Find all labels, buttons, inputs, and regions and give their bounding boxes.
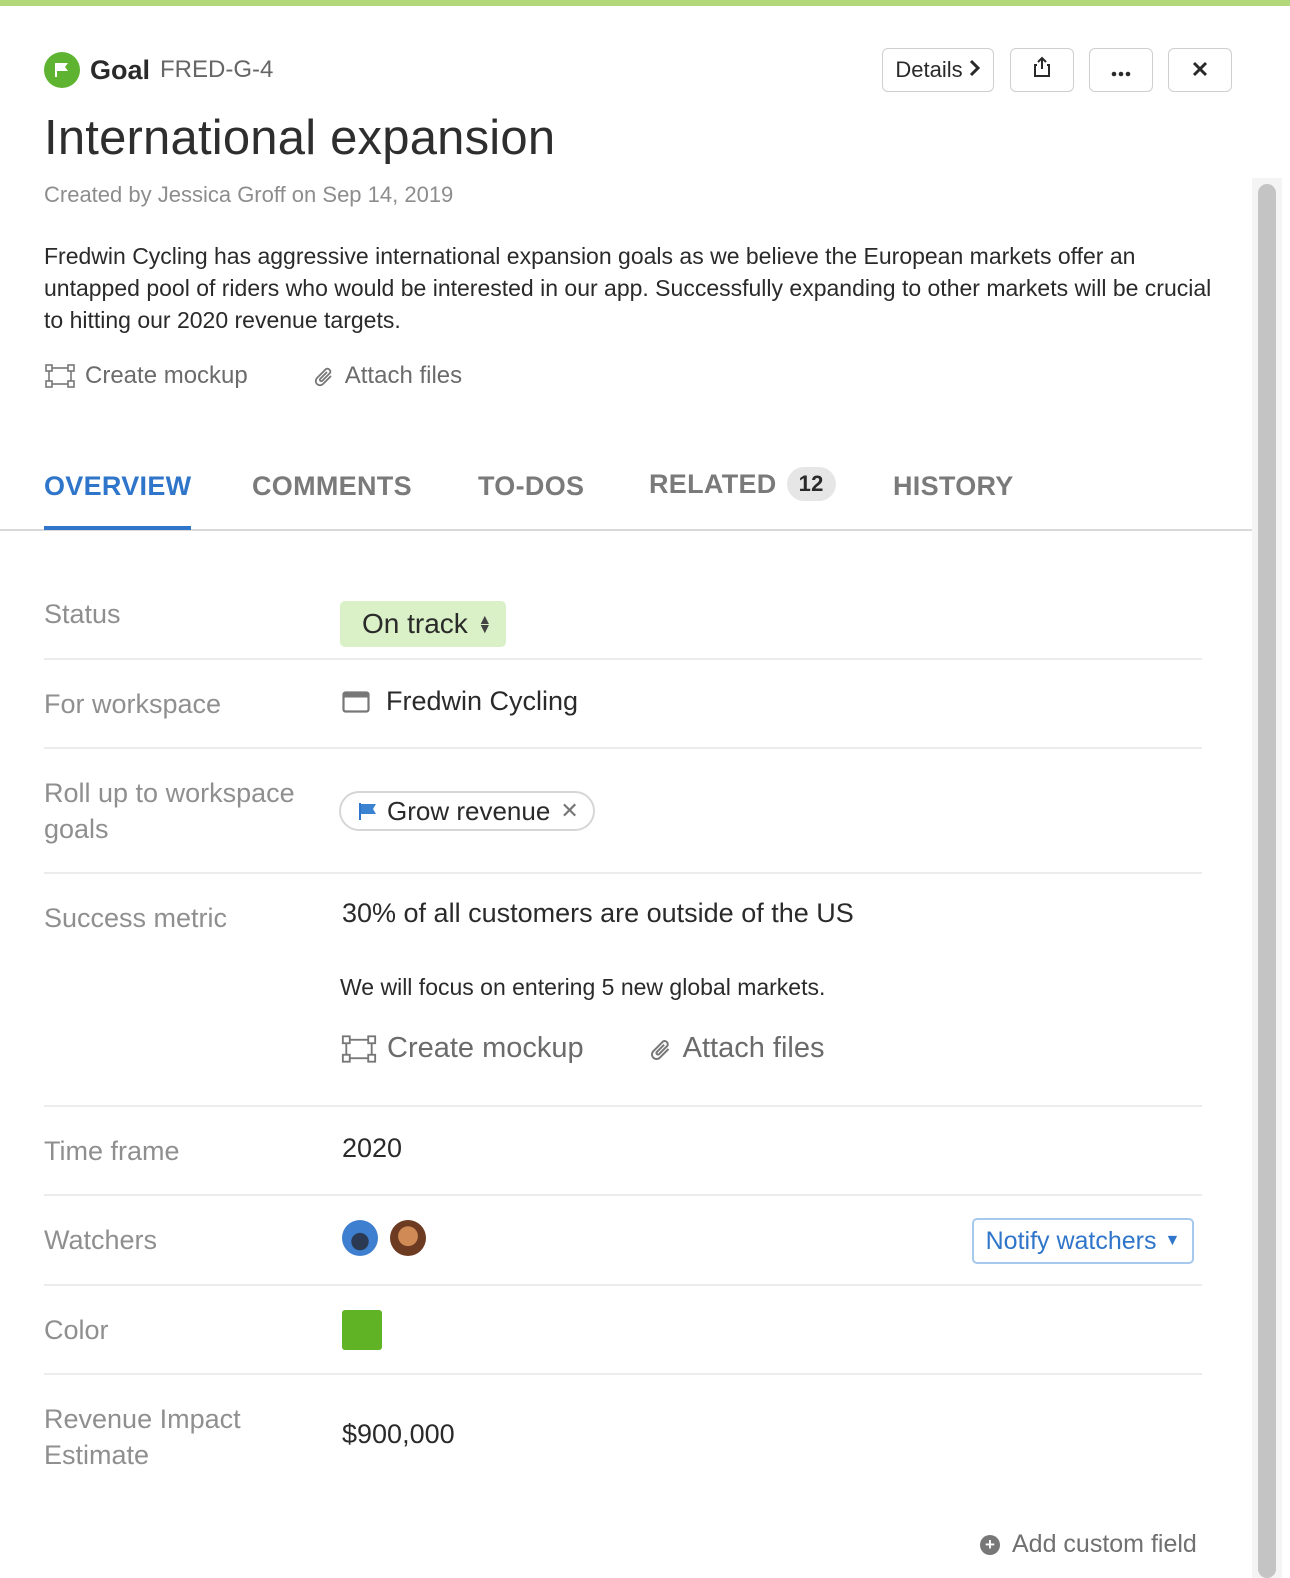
time-frame-value[interactable]: 2020 <box>342 1133 402 1164</box>
color-swatch[interactable] <box>342 1310 382 1350</box>
field-row-time-frame: Time frame 2020 <box>44 1107 1202 1196</box>
notify-watchers-label: Notify watchers <box>985 1226 1157 1255</box>
caret-down-icon: ▼ <box>1164 1232 1181 1249</box>
tab-overview[interactable]: OVERVIEW <box>44 471 191 502</box>
revenue-impact-value[interactable]: $900,000 <box>342 1419 455 1450</box>
details-label: Details <box>895 57 963 82</box>
paperclip-icon <box>314 367 332 387</box>
more-options-button[interactable] <box>1089 48 1153 92</box>
active-tab-indicator <box>44 526 191 530</box>
tab-label: OVERVIEW <box>44 471 192 501</box>
field-row-status: Status On track ▲ ▼ <box>44 570 1202 660</box>
record-type: Goal <box>90 54 151 85</box>
create-mockup-link[interactable]: Create mockup <box>340 1032 584 1065</box>
flag-icon <box>359 803 376 820</box>
share-button[interactable] <box>1010 48 1074 92</box>
metric-value[interactable]: 30% of all customers are outside of the … <box>342 898 854 929</box>
field-row-watchers: Watchers Notify watchers ▼ <box>44 1196 1202 1286</box>
mockup-icon <box>341 1034 377 1063</box>
rollup-goal-name: Grow revenue <box>387 795 551 826</box>
avatar[interactable] <box>342 1220 378 1256</box>
details-button[interactable]: Details <box>882 48 994 92</box>
rollup-goal-chip[interactable]: Grow revenue ✕ <box>339 791 595 831</box>
tab-bar: OVERVIEW COMMENTS TO-DOS RELATED 12 HIST… <box>0 455 1252 531</box>
field-label: Roll up to workspace goals <box>44 778 295 844</box>
metric-note[interactable]: We will focus on entering 5 new global m… <box>340 974 825 1001</box>
plus-circle-icon: + <box>980 1534 1000 1555</box>
field-row-color: Color <box>44 1286 1202 1375</box>
create-mockup-label: Create mockup <box>85 362 248 389</box>
attach-files-label: Attach files <box>344 362 463 389</box>
field-label: Color <box>44 1315 109 1345</box>
tab-todos[interactable]: TO-DOS <box>478 471 584 502</box>
field-label: Revenue Impact Estimate <box>44 1404 241 1470</box>
metric-actions: Create mockup Attach files <box>340 1032 891 1065</box>
record-key: FRED-G-4 <box>160 56 274 83</box>
avatar[interactable] <box>390 1220 426 1256</box>
sort-arrows-icon: ▲ ▼ <box>477 611 492 636</box>
more-icon <box>1111 57 1131 83</box>
tab-related[interactable]: RELATED 12 <box>649 467 836 501</box>
related-count-badge: 12 <box>786 467 836 501</box>
description-actions: Create mockup Attach files <box>44 362 528 390</box>
attach-files-link[interactable]: Attach files <box>314 362 462 390</box>
close-icon <box>1192 57 1208 83</box>
field-row-revenue-impact: Revenue Impact Estimate $900,000 <box>44 1375 1202 1495</box>
description[interactable]: Fredwin Cycling has aggressive internati… <box>44 240 1214 336</box>
status-select[interactable]: On track ▲ ▼ <box>340 601 506 647</box>
status-value: On track <box>362 608 468 639</box>
flag-icon <box>44 52 80 88</box>
tab-label: COMMENTS <box>252 471 412 501</box>
paperclip-icon <box>650 1039 669 1060</box>
tab-label: HISTORY <box>893 471 1014 501</box>
attach-files-link[interactable]: Attach files <box>650 1032 825 1065</box>
tab-history[interactable]: HISTORY <box>893 471 1014 502</box>
field-label: Watchers <box>44 1225 158 1255</box>
share-icon <box>1032 56 1052 84</box>
top-accent-bar <box>0 0 1290 6</box>
chevron-right-icon <box>969 57 981 83</box>
field-label: Time frame <box>44 1136 180 1166</box>
tab-comments[interactable]: COMMENTS <box>252 471 412 502</box>
create-mockup-link[interactable]: Create mockup <box>44 362 248 390</box>
attach-files-label: Attach files <box>682 1032 825 1064</box>
tab-label: TO-DOS <box>478 471 585 501</box>
remove-icon[interactable]: ✕ <box>560 798 578 824</box>
workspace-name: Fredwin Cycling <box>386 686 579 716</box>
created-info: Created by Jessica Groff on Sep 14, 2019 <box>44 182 454 207</box>
record-header: Goal FRED-G-4 <box>44 52 273 88</box>
add-custom-field-link[interactable]: + Add custom field <box>980 1530 1197 1559</box>
add-custom-field-label: Add custom field <box>1012 1530 1197 1558</box>
create-mockup-label: Create mockup <box>387 1032 584 1064</box>
field-row-rollup: Roll up to workspace goals Grow revenue … <box>44 749 1202 874</box>
page-title[interactable]: International expansion <box>44 110 555 166</box>
field-label: Success metric <box>44 903 228 933</box>
close-button[interactable] <box>1168 48 1232 92</box>
scrollbar-thumb[interactable] <box>1258 184 1276 1578</box>
workspace-icon <box>342 690 370 713</box>
notify-watchers-button[interactable]: Notify watchers ▼ <box>972 1218 1194 1264</box>
workspace-value[interactable]: Fredwin Cycling <box>342 686 578 717</box>
field-row-success-metric: Success metric 30% of all customers are … <box>44 874 1202 1107</box>
tab-label: RELATED <box>649 468 777 499</box>
field-label: Status <box>44 599 121 629</box>
field-label: For workspace <box>44 689 222 719</box>
mockup-icon <box>45 364 75 388</box>
field-row-workspace: For workspace Fredwin Cycling <box>44 660 1202 749</box>
